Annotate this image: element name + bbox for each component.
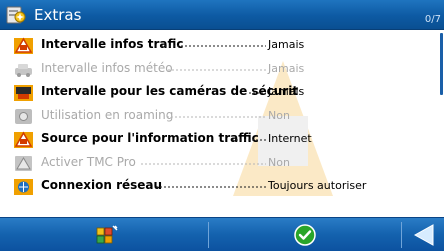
checkmark-icon xyxy=(294,224,316,246)
back-arrow-icon xyxy=(413,224,434,246)
leader-dots xyxy=(140,161,266,166)
page-counter: 0/7 xyxy=(424,14,441,25)
leader-dots xyxy=(231,138,266,142)
ok-button[interactable] xyxy=(209,218,401,251)
setting-value: Toujours autoriser xyxy=(268,179,367,192)
setting-row-roaming[interactable]: Utilisation en roaming Non xyxy=(0,104,440,128)
traffic-warning-icon xyxy=(14,37,33,54)
setting-value: Jamais xyxy=(268,38,305,51)
speed-camera-icon xyxy=(14,85,33,101)
setting-value: Jamais xyxy=(268,61,305,75)
setting-row-weather-interval[interactable]: Intervalle infos météo Jamais xyxy=(0,57,440,81)
network-connection-icon xyxy=(14,179,33,195)
leader-dots xyxy=(248,91,266,95)
traffic-source-icon xyxy=(14,131,33,148)
setting-row-traffic-source[interactable]: Source pour l'information traffic Intern… xyxy=(0,127,440,151)
weather-car-icon xyxy=(15,63,32,77)
setting-label: Connexion réseau xyxy=(41,178,163,192)
settings-list: Intervalle infos trafic Jamais Intervall… xyxy=(0,33,440,198)
setting-value: Internet xyxy=(268,132,312,145)
roaming-icon xyxy=(15,108,32,124)
setting-row-network-connection[interactable]: Connexion réseau Toujours autoriser xyxy=(0,174,440,198)
extras-icon xyxy=(6,6,26,24)
back-button[interactable] xyxy=(402,218,444,251)
setting-row-traffic-interval[interactable]: Intervalle infos trafic Jamais xyxy=(0,33,440,57)
tmc-pro-icon xyxy=(15,155,32,171)
leader-dots xyxy=(160,44,266,48)
setting-value: Non xyxy=(268,108,290,122)
setting-label: Utilisation en roaming xyxy=(41,107,174,122)
menu-button[interactable] xyxy=(0,218,208,251)
setting-label: Source pour l'information traffic xyxy=(41,131,259,145)
leader-dots xyxy=(155,185,266,189)
setting-row-camera-interval[interactable]: Intervalle pour les caméras de sécurit J… xyxy=(0,80,440,104)
setting-label: Activer TMC Pro xyxy=(41,154,136,169)
title-bar: Extras 0/7 xyxy=(0,0,444,30)
page-title: Extras xyxy=(34,6,82,24)
setting-value: Non xyxy=(268,155,290,169)
menu-icon xyxy=(96,225,118,244)
leader-dots xyxy=(167,67,266,72)
setting-row-tmc-pro[interactable]: Activer TMC Pro Non xyxy=(0,151,440,175)
setting-label: Intervalle infos météo xyxy=(41,60,173,75)
scrollbar-thumb[interactable] xyxy=(440,33,443,95)
bottom-toolbar xyxy=(0,217,444,251)
setting-value: Jamais xyxy=(268,85,305,98)
leader-dots xyxy=(166,114,266,119)
